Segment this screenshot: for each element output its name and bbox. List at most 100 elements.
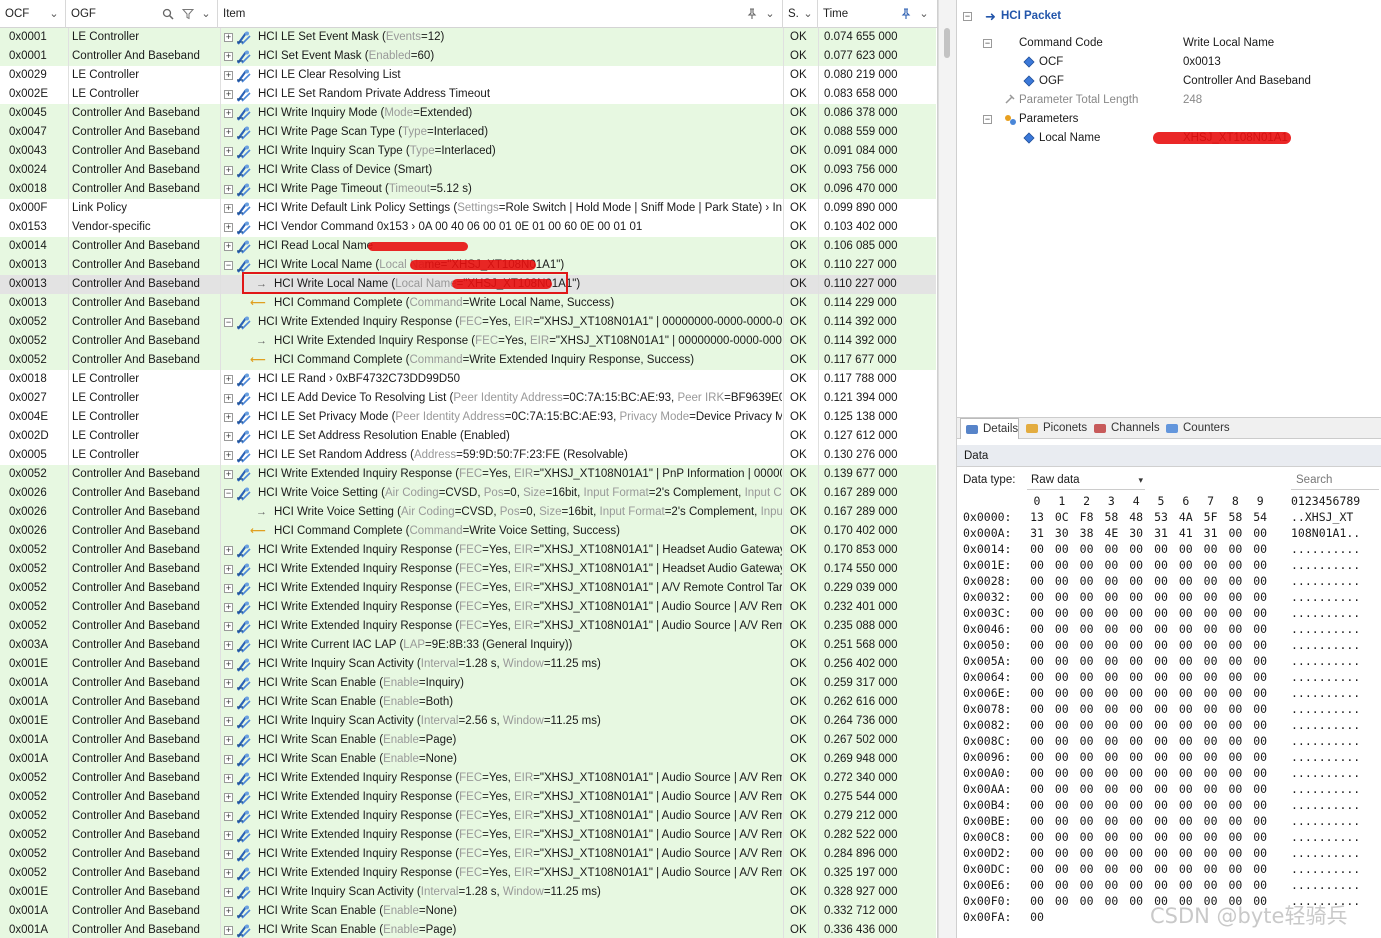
hex-byte[interactable]: 00 — [1101, 877, 1121, 893]
expand-icon[interactable]: + — [224, 584, 233, 593]
hex-byte[interactable]: 00 — [1201, 717, 1221, 733]
hex-byte[interactable]: 00 — [1250, 685, 1270, 701]
packet-field[interactable]: OGF Controller And Baseband — [957, 72, 1381, 91]
hex-byte[interactable]: 00 — [1151, 573, 1171, 589]
hex-byte[interactable]: 00 — [1201, 829, 1221, 845]
expand-icon[interactable]: + — [224, 831, 233, 840]
hex-byte[interactable]: 00 — [1250, 541, 1270, 557]
hex-byte[interactable]: 00 — [1225, 765, 1245, 781]
hex-byte[interactable]: 00 — [1225, 621, 1245, 637]
hex-byte[interactable]: 00 — [1101, 541, 1121, 557]
hex-byte[interactable]: 00 — [1027, 749, 1047, 765]
hex-byte[interactable]: 00 — [1027, 877, 1047, 893]
hex-byte[interactable]: 00 — [1077, 749, 1097, 765]
hex-byte[interactable]: 00 — [1126, 781, 1146, 797]
hex-byte[interactable]: 00 — [1250, 797, 1270, 813]
expand-icon[interactable]: + — [224, 33, 233, 42]
expand-icon[interactable]: + — [224, 90, 233, 99]
search-input[interactable]: Search — [1291, 470, 1379, 490]
hex-byte[interactable]: 00 — [1250, 701, 1270, 717]
hex-byte[interactable]: 30 — [1052, 525, 1072, 541]
hex-byte[interactable]: 00 — [1052, 781, 1072, 797]
table-row[interactable]: 0x0052 Controller And Baseband + HCI Write … — [0, 807, 936, 826]
hex-byte[interactable]: 00 — [1077, 685, 1097, 701]
table-row[interactable]: 0x0052 Controller And Baseband ⟵ HCI Comman… — [0, 351, 936, 370]
table-row[interactable]: 0x0013 Controller And Baseband → HCI Write … — [0, 272, 936, 294]
hex-byte[interactable]: 00 — [1077, 557, 1097, 573]
hex-byte[interactable]: 00 — [1101, 733, 1121, 749]
hex-byte[interactable]: 00 — [1225, 653, 1245, 669]
hex-byte[interactable]: 00 — [1077, 621, 1097, 637]
hex-byte[interactable]: 00 — [1126, 797, 1146, 813]
hex-byte[interactable]: 00 — [1201, 797, 1221, 813]
search-icon[interactable] — [162, 8, 174, 20]
expand-icon[interactable]: + — [224, 147, 233, 156]
hex-byte[interactable]: 00 — [1176, 573, 1196, 589]
hex-byte[interactable]: 00 — [1225, 589, 1245, 605]
hex-byte[interactable]: 00 — [1052, 813, 1072, 829]
expand-icon[interactable]: + — [224, 109, 233, 118]
hex-byte[interactable]: 58 — [1101, 509, 1121, 525]
hex-byte[interactable]: 00 — [1027, 733, 1047, 749]
hex-byte[interactable]: 00 — [1027, 669, 1047, 685]
hex-byte[interactable]: 00 — [1225, 797, 1245, 813]
hex-byte[interactable]: 00 — [1225, 669, 1245, 685]
hex-byte[interactable]: 00 — [1151, 813, 1171, 829]
hex-byte[interactable]: 00 — [1077, 765, 1097, 781]
hex-byte[interactable]: 00 — [1101, 573, 1121, 589]
hex-byte[interactable]: 00 — [1151, 557, 1171, 573]
hex-byte[interactable]: 00 — [1151, 541, 1171, 557]
hex-byte[interactable]: 00 — [1250, 621, 1270, 637]
hex-byte[interactable]: 00 — [1052, 845, 1072, 861]
hex-byte[interactable]: 00 — [1052, 541, 1072, 557]
table-row[interactable]: 0x0024 Controller And Baseband + HCI Write … — [0, 161, 936, 180]
tab-counters[interactable]: Counters — [1161, 418, 1230, 439]
hex-byte[interactable]: 00 — [1101, 797, 1121, 813]
hex-byte[interactable]: 00 — [1077, 541, 1097, 557]
hex-byte[interactable]: 00 — [1225, 749, 1245, 765]
hex-byte[interactable]: 00 — [1176, 765, 1196, 781]
hex-byte[interactable]: 00 — [1027, 701, 1047, 717]
expand-icon[interactable]: + — [224, 375, 233, 384]
packet-field[interactable]: − Command Code Write Local Name — [957, 34, 1381, 53]
tab-channels[interactable]: Channels — [1089, 418, 1160, 439]
expand-icon[interactable]: + — [224, 679, 233, 688]
hex-byte[interactable]: 00 — [1250, 557, 1270, 573]
table-row[interactable]: 0x0047 Controller And Baseband + HCI Write … — [0, 123, 936, 142]
hex-byte[interactable]: 00 — [1250, 861, 1270, 877]
hex-byte[interactable]: 31 — [1201, 525, 1221, 541]
data-type-select[interactable]: Raw data ▾ — [1027, 470, 1145, 490]
hex-byte[interactable]: 00 — [1126, 621, 1146, 637]
expand-icon[interactable]: + — [224, 774, 233, 783]
packet-field[interactable]: − Parameters — [957, 110, 1381, 129]
hex-byte[interactable]: 00 — [1225, 877, 1245, 893]
table-row[interactable]: 0x0052 Controller And Baseband + HCI Write … — [0, 598, 936, 617]
hex-byte[interactable]: 00 — [1077, 861, 1097, 877]
expand-icon[interactable]: + — [224, 793, 233, 802]
hex-byte[interactable]: 00 — [1151, 749, 1171, 765]
hex-byte[interactable]: 00 — [1077, 877, 1097, 893]
hex-byte[interactable]: 00 — [1052, 797, 1072, 813]
hex-byte[interactable]: 00 — [1126, 573, 1146, 589]
hex-byte[interactable]: 00 — [1077, 669, 1097, 685]
hex-byte[interactable]: 00 — [1126, 557, 1146, 573]
hex-byte[interactable]: 00 — [1027, 861, 1047, 877]
hex-byte[interactable]: 53 — [1151, 509, 1171, 525]
hex-byte[interactable]: 00 — [1101, 557, 1121, 573]
hex-byte[interactable]: 00 — [1176, 829, 1196, 845]
hex-byte[interactable]: 00 — [1077, 893, 1097, 909]
expand-icon[interactable]: + — [224, 755, 233, 764]
hex-byte[interactable]: 00 — [1126, 893, 1146, 909]
hex-byte[interactable]: 00 — [1201, 685, 1221, 701]
hex-byte[interactable]: 00 — [1126, 541, 1146, 557]
hex-byte[interactable]: 00 — [1052, 829, 1072, 845]
hex-byte[interactable]: 00 — [1101, 765, 1121, 781]
column-header-ogf[interactable]: OGF ⌄ — [66, 0, 218, 28]
hex-byte[interactable]: 00 — [1052, 717, 1072, 733]
hex-byte[interactable]: 00 — [1151, 701, 1171, 717]
hex-byte[interactable]: 00 — [1077, 589, 1097, 605]
hex-byte[interactable]: 00 — [1176, 845, 1196, 861]
expand-icon[interactable]: + — [224, 698, 233, 707]
hex-byte[interactable]: 00 — [1027, 621, 1047, 637]
hex-byte[interactable]: 00 — [1176, 541, 1196, 557]
